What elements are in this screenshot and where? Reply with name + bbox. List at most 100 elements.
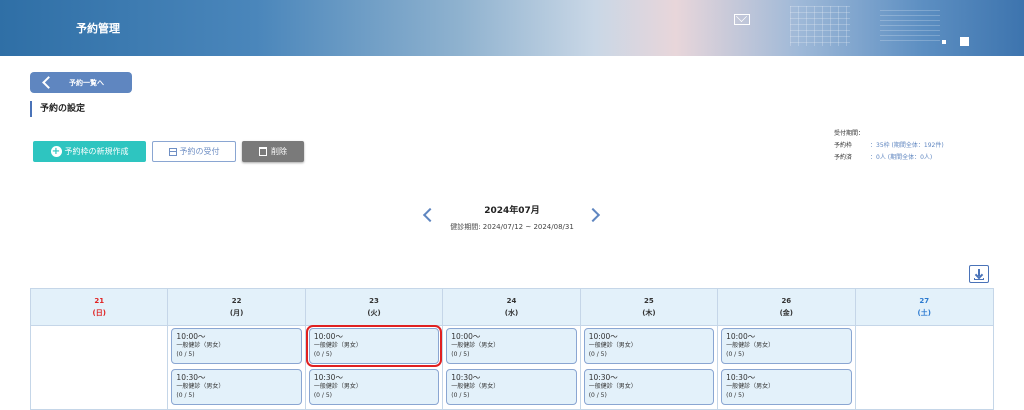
new-slot-button[interactable]: + 予約枠の新規作成 bbox=[33, 141, 146, 162]
exam-period: 健診期間: 2024/07/12 ~ 2024/08/31 bbox=[450, 223, 574, 231]
booked-value: ：0人 (期間全体：0人) bbox=[870, 154, 933, 161]
day-dow: (土) bbox=[917, 309, 931, 317]
next-month-chevron-icon[interactable] bbox=[585, 207, 601, 223]
day-column-sat bbox=[856, 326, 993, 410]
day-column-tue: 10:00～ 一般健診（男女） (0 / 5) 10:30～ 一般健診（男女） (0 / … bbox=[305, 325, 444, 410]
day-column-thu: 10:00～ 一般健診（男女） (0 / 5) 10:30～ 一般健診（男女） (0 / … bbox=[581, 326, 719, 410]
slot-type: 一般健診（男女） bbox=[588, 383, 637, 390]
day-date: 23 bbox=[369, 297, 379, 305]
day-date: 27 bbox=[919, 297, 930, 305]
header-banner: 予約管理 bbox=[0, 0, 1024, 56]
day-header-sun: 21 (日) bbox=[31, 289, 169, 325]
day-dow: (日) bbox=[92, 309, 106, 317]
new-slot-label: 予約枠の新規作成 bbox=[64, 147, 129, 156]
slot-count: (0 / 5) bbox=[176, 351, 195, 358]
day-header-tue: 23 (火) bbox=[306, 289, 444, 325]
prev-month-chevron-icon[interactable] bbox=[422, 207, 438, 223]
trash-icon bbox=[259, 147, 267, 156]
day-header-wed: 24 (水) bbox=[443, 289, 581, 325]
day-dow: (金) bbox=[779, 309, 794, 317]
day-header-fri: 26 (金) bbox=[718, 289, 856, 325]
download-tray bbox=[974, 278, 984, 280]
accept-label: 予約の受付 bbox=[179, 147, 220, 156]
time-slot-card[interactable]: 10:30～ 一般健診（男女） (0 / 5) bbox=[583, 369, 715, 405]
time-slot-card[interactable]: 10:30～ 一般健診（男女） (0 / 5) bbox=[446, 369, 577, 405]
slot-type: 一般健診（男女） bbox=[176, 383, 225, 390]
time-slot-card[interactable]: 10:30～ 一般健診（男女） (0 / 5) bbox=[171, 369, 302, 405]
day-date: 24 bbox=[506, 297, 517, 305]
day-header-thu: 25 (木) bbox=[581, 289, 719, 325]
slots-key: 予約枠 bbox=[834, 142, 853, 149]
slot-time: 10:30～ bbox=[588, 373, 618, 382]
slot-count: (0 / 5) bbox=[451, 392, 470, 399]
back-button-label: 予約一覧へ bbox=[69, 78, 104, 87]
day-column-fri: 10:00～ 一般健診（男女） (0 / 5) 10:30～ 一般健診（男女） (0 / … bbox=[718, 326, 856, 410]
slot-count: (0 / 5) bbox=[313, 392, 332, 399]
day-dow: (火) bbox=[367, 309, 381, 317]
mail-icon bbox=[734, 14, 750, 25]
period-label: 受付期間： bbox=[834, 130, 865, 137]
day-column-sun bbox=[31, 326, 169, 410]
day-header-mon: 22 (月) bbox=[168, 289, 306, 325]
slot-type: 一般健診（男女） bbox=[726, 383, 775, 390]
calendar-icon bbox=[168, 147, 177, 156]
day-dow: (水) bbox=[504, 309, 519, 317]
time-slot-card[interactable]: 10:00～ 一般健診（男女） (0 / 5) bbox=[446, 328, 577, 364]
slot-time: 10:30～ bbox=[726, 373, 756, 382]
slot-time: 10:30～ bbox=[451, 373, 481, 382]
reservation-info: 受付期間： 予約枠 ：35枠 (期間全体：192件) 予約済 ：0人 (期間全体… bbox=[834, 128, 944, 164]
time-slot-card[interactable]: 10:00～ 一般健診（男女） (0 / 5) bbox=[171, 328, 302, 364]
delete-label: 削除 bbox=[271, 147, 287, 156]
slot-type: 一般健診（男女） bbox=[313, 383, 362, 390]
square-icon bbox=[942, 40, 946, 44]
section-title: 予約の設定 bbox=[30, 101, 85, 117]
decorative-grid bbox=[790, 6, 850, 46]
slot-count: (0 / 5) bbox=[726, 392, 745, 399]
time-slot-card[interactable]: 10:00～ 一般健診（男女） (0 / 5) bbox=[721, 328, 852, 364]
slot-time: 10:00～ bbox=[451, 332, 481, 341]
slot-type: 一般健診（男女） bbox=[313, 342, 362, 349]
chevron-left-icon bbox=[42, 76, 55, 89]
slot-count: (0 / 5) bbox=[313, 351, 332, 358]
day-dow: (月) bbox=[229, 309, 244, 317]
day-date: 25 bbox=[644, 297, 654, 305]
plus-circle-icon: + bbox=[50, 146, 62, 157]
slot-type: 一般健診（男女） bbox=[451, 383, 500, 390]
day-date: 22 bbox=[231, 297, 242, 305]
booked-key: 予約済 bbox=[834, 154, 853, 161]
slot-time: 10:30～ bbox=[176, 373, 206, 382]
download-button[interactable] bbox=[969, 265, 989, 283]
time-slot-card[interactable]: 10:00～ 一般健診（男女） (0 / 5) bbox=[583, 328, 715, 364]
day-header-sat: 27 (土) bbox=[856, 289, 993, 325]
slot-count: (0 / 5) bbox=[451, 351, 470, 358]
day-date: 21 bbox=[94, 297, 105, 305]
slot-time: 10:00～ bbox=[313, 332, 343, 341]
back-to-list-button[interactable]: 予約一覧へ bbox=[30, 72, 132, 93]
delete-button[interactable]: 削除 bbox=[242, 141, 304, 162]
slot-time: 10:00～ bbox=[588, 332, 618, 341]
day-date: 26 bbox=[781, 297, 792, 305]
slot-time: 10:00～ bbox=[726, 332, 756, 341]
slot-count: (0 / 5) bbox=[726, 351, 745, 358]
square-icon bbox=[960, 37, 969, 46]
slot-time: 10:00～ bbox=[176, 332, 206, 341]
week-calendar: 21 (日) 22 (月) 23 (火) 24 (水) 25 (木) 26 (金… bbox=[30, 288, 994, 410]
time-slot-card[interactable]: 10:30～ 一般健診（男女） (0 / 5) bbox=[721, 369, 852, 405]
slot-type: 一般健診（男女） bbox=[726, 342, 775, 349]
time-slot-card[interactable]: 10:00～ 一般健診（男女） (0 / 5) bbox=[305, 325, 443, 367]
accept-button[interactable]: 予約の受付 bbox=[152, 141, 236, 162]
decorative-lines bbox=[880, 10, 940, 44]
slot-count: (0 / 5) bbox=[588, 392, 607, 399]
time-slot-card[interactable]: 10:30～ 一般健診（男女） (0 / 5) bbox=[308, 369, 440, 405]
slots-value: ：35枠 (期間全体：192件) bbox=[870, 142, 944, 149]
slot-type: 一般健診（男女） bbox=[451, 342, 500, 349]
calendar-body: 10:00～ 一般健診（男女） (0 / 5) 10:30～ 一般健診（男女） (0 / … bbox=[31, 325, 993, 410]
slot-type: 一般健診（男女） bbox=[176, 342, 225, 349]
header-title: 予約管理 bbox=[76, 22, 120, 35]
slot-time: 10:30～ bbox=[313, 373, 343, 382]
slot-type: 一般健診（男女） bbox=[588, 342, 637, 349]
slot-count: (0 / 5) bbox=[176, 392, 195, 399]
day-column-mon: 10:00～ 一般健診（男女） (0 / 5) 10:30～ 一般健診（男女） (0 / … bbox=[168, 326, 306, 410]
slot-count: (0 / 5) bbox=[588, 351, 607, 358]
month-title: 2024年07月 bbox=[484, 206, 540, 216]
